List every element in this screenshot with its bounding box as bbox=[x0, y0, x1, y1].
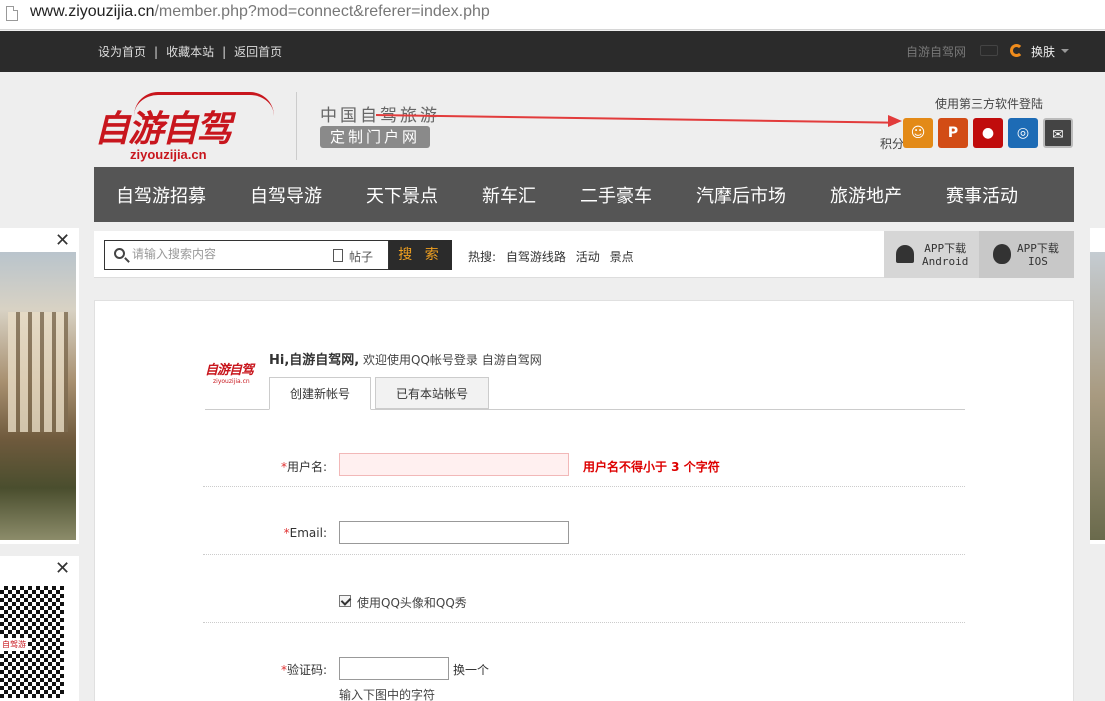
apple-icon bbox=[993, 244, 1011, 264]
greeting-rest: 欢迎使用QQ帐号登录 自游自驾网 bbox=[359, 353, 542, 367]
separator: | bbox=[154, 45, 159, 59]
app-download-ios[interactable]: APP下载 IOS bbox=[979, 231, 1074, 278]
app-icon[interactable] bbox=[980, 45, 998, 56]
nav-item-events[interactable]: 赛事活动 bbox=[924, 182, 1040, 208]
score-label: 积分 bbox=[880, 137, 905, 151]
annotation-arrow-head bbox=[888, 115, 902, 127]
nav-item-recruit[interactable]: 自驾游招募 bbox=[94, 182, 228, 208]
nav-item-scenic[interactable]: 天下景点 bbox=[344, 182, 460, 208]
captcha-row: *验证码: 换一个 输入下图中的字符 bbox=[203, 623, 965, 701]
third-party-login-label: 使用第三方软件登陆 bbox=[935, 97, 1044, 111]
main-nav: 自驾游招募 自驾导游 天下景点 新车汇 二手豪车 汽摩后市场 旅游地产 赛事活动 bbox=[94, 167, 1074, 222]
username-row: *用户名: 用户名不得小于 3 个字符 bbox=[203, 436, 965, 487]
tencent-weibo-icon[interactable]: P bbox=[938, 118, 968, 148]
hot-search-item[interactable]: 自驾游线路 bbox=[506, 250, 566, 264]
close-icon[interactable]: ✕ bbox=[55, 558, 70, 579]
nav-item-guide[interactable]: 自驾导游 bbox=[228, 182, 344, 208]
username-label-text: 用户名: bbox=[286, 460, 327, 474]
wechat-icon[interactable]: ◎ bbox=[1008, 118, 1038, 148]
use-qq-avatar-label[interactable]: 使用QQ头像和QQ秀 bbox=[357, 594, 467, 611]
search-bar: 帖子 搜 索 热搜: 自驾游线路 活动 景点 APP下载 Android APP… bbox=[94, 231, 1074, 278]
username-error: 用户名不得小于 3 个字符 bbox=[583, 460, 720, 474]
hot-search-item[interactable]: 活动 bbox=[576, 250, 600, 264]
nav-item-new-cars[interactable]: 新车汇 bbox=[460, 182, 558, 208]
logo-text: 自游自驾 bbox=[94, 108, 232, 150]
url-host: www.ziyouzijia.cn bbox=[30, 3, 155, 20]
use-qq-avatar-checkbox[interactable] bbox=[339, 595, 351, 607]
app-ios-line2: IOS bbox=[1028, 255, 1048, 268]
email-input[interactable] bbox=[339, 521, 569, 544]
tab-create-account[interactable]: 创建新帐号 bbox=[269, 377, 371, 410]
captcha-label: *验证码: bbox=[281, 661, 327, 678]
search-button[interactable]: 搜 索 bbox=[389, 240, 452, 270]
username-input[interactable] bbox=[339, 453, 569, 476]
hot-search: 热搜: 自驾游线路 活动 景点 bbox=[468, 248, 634, 265]
top-bar: 设为首页 | 收藏本站 | 返回首页 自游自驾网 换肤 bbox=[0, 31, 1105, 72]
tab-existing-account[interactable]: 已有本站帐号 bbox=[375, 377, 489, 409]
url-path: /member.php?mod=connect&referer=index.ph… bbox=[154, 3, 490, 20]
url-text[interactable]: www.ziyouzijia.cn/member.php?mod=connect… bbox=[30, 3, 490, 21]
captcha-input[interactable] bbox=[339, 657, 449, 680]
captcha-label-text: 验证码: bbox=[286, 663, 327, 677]
login-panel: 自游自驾 ziyouzijia.cn Hi,自游自驾网, 欢迎使用QQ帐号登录 … bbox=[94, 300, 1074, 701]
email-label: *Email: bbox=[284, 526, 327, 540]
app-android-line1: APP下载 bbox=[924, 242, 967, 255]
chevron-down-icon bbox=[1061, 49, 1069, 53]
qr-tag: 自驾游 bbox=[0, 638, 28, 651]
app-android-line2: Android bbox=[922, 255, 969, 268]
ad-image[interactable] bbox=[1090, 252, 1105, 540]
close-icon[interactable]: ✕ bbox=[55, 230, 70, 251]
username-label: *用户名: bbox=[281, 458, 327, 475]
qq-icon[interactable]: ● bbox=[973, 118, 1003, 148]
greeting-hi: Hi,自游自驾网, bbox=[269, 353, 360, 368]
annotation-arrow bbox=[375, 114, 896, 124]
address-bar[interactable]: www.ziyouzijia.cn/member.php?mod=connect… bbox=[0, 0, 1105, 30]
top-links: 设为首页 | 收藏本站 | 返回首页 bbox=[98, 43, 282, 60]
page-icon bbox=[6, 6, 18, 21]
android-icon bbox=[896, 245, 914, 263]
search-scope-select[interactable]: 帖子 bbox=[349, 248, 373, 265]
search-icon bbox=[114, 248, 125, 259]
skin-switch-button[interactable]: 换肤 bbox=[1031, 43, 1055, 60]
mini-logo-text: 自游自驾 bbox=[205, 363, 254, 378]
hot-search-label: 热搜: bbox=[468, 250, 497, 264]
search-box[interactable]: 帖子 bbox=[104, 240, 389, 270]
app-download-android[interactable]: APP下载 Android bbox=[884, 231, 979, 278]
back-home-link[interactable]: 返回首页 bbox=[234, 45, 282, 59]
separator: | bbox=[222, 45, 227, 59]
captcha-refresh-link[interactable]: 换一个 bbox=[453, 661, 489, 678]
bookmark-link[interactable]: 收藏本站 bbox=[166, 45, 214, 59]
email-label-text: Email: bbox=[289, 526, 327, 540]
document-icon bbox=[333, 249, 343, 262]
qq-avatar-row: 使用QQ头像和QQ秀 bbox=[203, 555, 965, 623]
weibo-icon[interactable]: ☺ bbox=[903, 118, 933, 148]
hot-search-item[interactable]: 景点 bbox=[610, 250, 634, 264]
top-site-name[interactable]: 自游自驾网 bbox=[906, 43, 966, 60]
ad-image[interactable] bbox=[0, 252, 76, 540]
nav-item-travel-estate[interactable]: 旅游地产 bbox=[808, 182, 924, 208]
logo-domain: ziyouzijia.cn bbox=[130, 147, 207, 162]
site-logo[interactable]: 自游自驾 ziyouzijia.cn bbox=[94, 90, 284, 165]
nav-item-aftermarket[interactable]: 汽摩后市场 bbox=[674, 182, 808, 208]
left-side-ad[interactable]: ✕ bbox=[0, 228, 79, 544]
skin-icon[interactable] bbox=[1010, 44, 1023, 57]
search-input[interactable] bbox=[132, 247, 312, 261]
app-ios-line1: APP下载 bbox=[1017, 242, 1059, 255]
login-tabs: 创建新帐号 已有本站帐号 bbox=[205, 377, 965, 410]
right-side-ad[interactable] bbox=[1090, 228, 1105, 544]
app-android-text: APP下载 Android bbox=[922, 242, 968, 268]
header-divider bbox=[296, 92, 297, 160]
nav-item-used-luxury[interactable]: 二手豪车 bbox=[558, 182, 674, 208]
app-ios-text: APP下载 IOS bbox=[1017, 242, 1059, 268]
captcha-hint: 输入下图中的字符 bbox=[339, 688, 436, 701]
left-qr-ad[interactable]: ✕ 自驾游 bbox=[0, 556, 79, 701]
email-row: *Email: bbox=[203, 487, 965, 555]
greeting: Hi,自游自驾网, 欢迎使用QQ帐号登录 自游自驾网 bbox=[269, 349, 542, 368]
set-homepage-link[interactable]: 设为首页 bbox=[98, 45, 146, 59]
mail-icon[interactable]: ✉ bbox=[1043, 118, 1073, 148]
slogan-line2: 定制门户网 bbox=[320, 126, 430, 148]
